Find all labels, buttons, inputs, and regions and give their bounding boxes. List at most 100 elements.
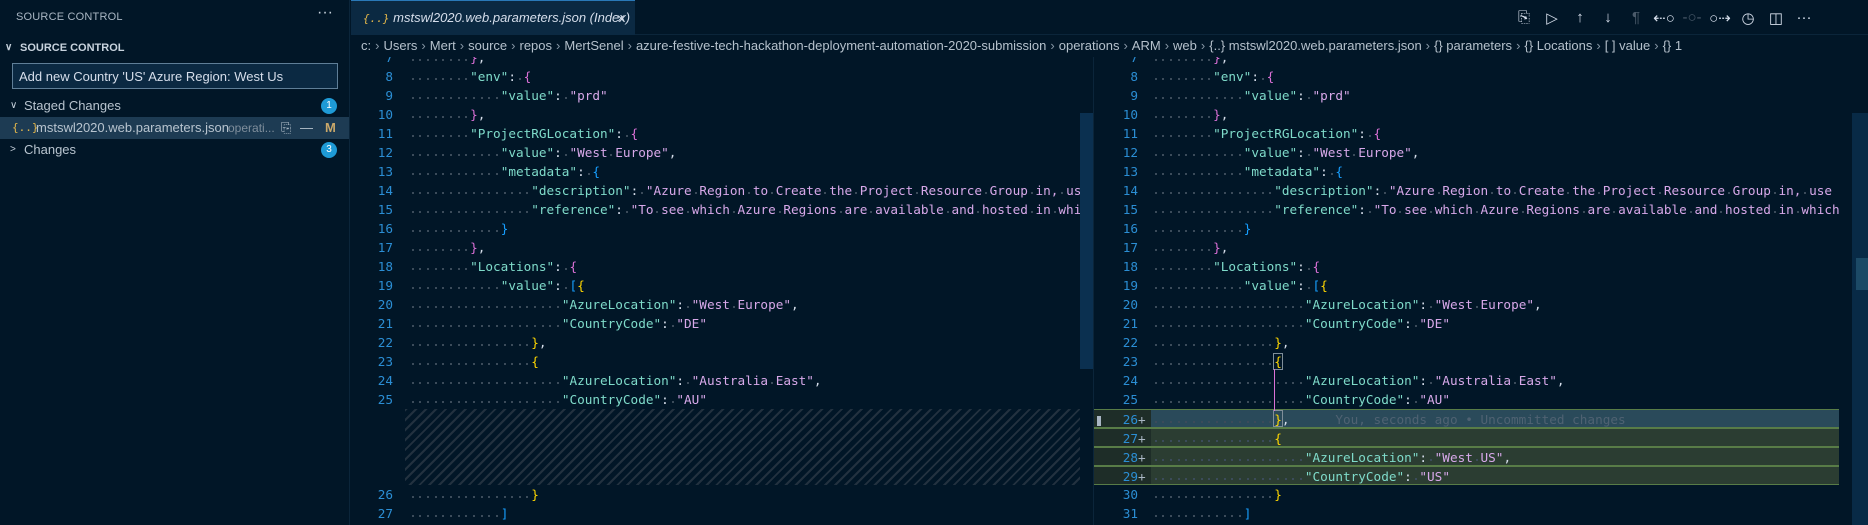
code-line[interactable]: 17 },: [351, 238, 1093, 257]
code-line[interactable]: 31 ]: [1094, 504, 1839, 523]
run-icon[interactable]: ▷: [1538, 9, 1566, 27]
code-line[interactable]: 8 "env": {: [351, 67, 1093, 86]
revert-right-icon[interactable]: ○⇢: [1706, 9, 1734, 27]
code-line[interactable]: 16 }: [1094, 219, 1839, 238]
commit-message-input[interactable]: [12, 63, 338, 89]
code-line[interactable]: 18 "Locations": {: [1094, 257, 1839, 276]
code-line[interactable]: 10 },: [351, 105, 1093, 124]
code-line[interactable]: 14 "description": "Azure Region to Creat…: [1094, 181, 1839, 200]
arrow-down-icon[interactable]: ↓: [1594, 9, 1622, 26]
section-label: SOURCE CONTROL: [20, 42, 125, 54]
split-editor-icon[interactable]: ◫: [1762, 9, 1790, 27]
code-line[interactable]: 16 }: [351, 219, 1093, 238]
open-file-icon[interactable]: ⎘: [281, 117, 291, 139]
breadcrumb-item[interactable]: c:: [361, 38, 371, 53]
breadcrumb-item[interactable]: ARM: [1132, 38, 1161, 53]
code-line[interactable]: 19 "value": [{: [351, 276, 1093, 295]
punctuation: ,: [477, 240, 486, 255]
line-number: 27: [377, 506, 393, 521]
code-line[interactable]: 11 "ProjectRGLocation": {: [1094, 124, 1839, 143]
code-line[interactable]: 12 "value": "West Europe",: [1094, 143, 1839, 162]
code-text: "value": [{: [409, 276, 1093, 295]
breadcrumb-item[interactable]: operations: [1059, 38, 1120, 53]
code-line[interactable]: 23 {: [351, 352, 1093, 371]
pilcrow-icon[interactable]: ¶: [1622, 9, 1650, 26]
history-icon[interactable]: ◷: [1734, 9, 1762, 27]
code-line[interactable]: 27 ]: [351, 504, 1093, 523]
overview-ruler[interactable]: [1852, 113, 1868, 525]
breadcrumb-item[interactable]: repos: [519, 38, 552, 53]
close-icon[interactable]: ×: [617, 1, 625, 35]
left-scrollbar-slider[interactable]: [1080, 113, 1093, 369]
breadcrumb-item[interactable]: {} 1: [1663, 38, 1683, 53]
code-line[interactable]: 7 },: [1094, 57, 1839, 67]
breadcrumb-item[interactable]: {} parameters: [1434, 38, 1512, 53]
code-line[interactable]: 28 + "AzureLocation": "West US",: [1094, 447, 1839, 466]
code-line[interactable]: 24 "AzureLocation": "Australia East",: [351, 371, 1093, 390]
more-icon[interactable]: ···: [1790, 9, 1818, 26]
code-line[interactable]: 21 "CountryCode": "DE": [351, 314, 1093, 333]
diff-modified-pane[interactable]: 7 }, 8 "env": {9 "value": "prd" 10 }, 11 "P…: [1093, 57, 1839, 525]
code-line[interactable]: 24 "AzureLocation": "Australia East",: [1094, 371, 1839, 390]
diff-original-pane[interactable]: 7 }, 8 "env": {9 "value": "prd" 10 }, 11 "P…: [351, 57, 1093, 525]
breadcrumb-item[interactable]: Mert: [430, 38, 456, 53]
code-line[interactable]: 19 "value": [{: [1094, 276, 1839, 295]
arrow-up-icon[interactable]: ↑: [1566, 9, 1594, 26]
changes-group[interactable]: > Changes 3: [0, 139, 349, 161]
breadcrumb-item[interactable]: source: [468, 38, 507, 53]
code-line[interactable]: 7 },: [351, 57, 1093, 67]
whitespace: [493, 354, 501, 369]
code-line[interactable]: 15 "reference": "To see which Azure Regi…: [1094, 200, 1839, 219]
breadcrumb-item[interactable]: [ ] value: [1605, 38, 1651, 53]
code-line[interactable]: 13 "metadata": {: [1094, 162, 1839, 181]
code-line[interactable]: 22 },: [351, 333, 1093, 352]
whitespace: [1205, 297, 1213, 312]
code-line[interactable]: 27 + {: [1094, 428, 1839, 447]
staged-changes-group[interactable]: ∨ Staged Changes 1: [0, 95, 349, 117]
code-line[interactable]: 13 "metadata": {: [351, 162, 1093, 181]
code-line[interactable]: 25 "CountryCode": "AU": [351, 390, 1093, 409]
whitespace: [470, 316, 478, 331]
revert-left-icon[interactable]: ⇠○: [1650, 9, 1678, 27]
breadcrumb-item[interactable]: {} Locations: [1524, 38, 1592, 53]
punctuation: :: [1297, 88, 1305, 103]
more-actions-icon[interactable]: ···: [317, 4, 333, 22]
unstage-icon[interactable]: —: [300, 117, 313, 139]
code-line[interactable]: 9 "value": "prd": [351, 86, 1093, 105]
code-line[interactable]: 10 },: [1094, 105, 1839, 124]
code-line[interactable]: 23 {: [1094, 352, 1839, 371]
code-line[interactable]: 26 + }, You, seconds ago • Uncommitted ch…: [1094, 409, 1839, 428]
whitespace: [1175, 487, 1183, 502]
breadcrumb-item[interactable]: Users: [383, 38, 417, 53]
code-line[interactable]: 17 },: [1094, 238, 1839, 257]
code-line[interactable]: 15 "reference": "To see which Azure Regi…: [351, 200, 1093, 219]
code-line[interactable]: 18 "Locations": {: [351, 257, 1093, 276]
source-control-section-header[interactable]: ∨ SOURCE CONTROL: [0, 37, 349, 59]
punctuation: :: [577, 164, 585, 179]
scrollbar-slider[interactable]: [1856, 258, 1868, 290]
breadcrumb-item[interactable]: MertSenel: [564, 38, 623, 53]
breadcrumb-item[interactable]: azure-festive-tech-hackathon-deployment-…: [636, 38, 1046, 53]
code-line[interactable]: 26 }: [351, 485, 1093, 504]
code-line[interactable]: 8 "env": {: [1094, 67, 1839, 86]
code-line[interactable]: 22 },: [1094, 333, 1839, 352]
punctuation: ,: [1220, 107, 1229, 122]
code-line[interactable]: 25 "CountryCode": "AU": [1094, 390, 1839, 409]
json-string: "West Europe": [691, 297, 791, 312]
code-line[interactable]: 20 "AzureLocation": "West Europe",: [1094, 295, 1839, 314]
punctuation: :: [1297, 145, 1305, 160]
code-line[interactable]: 9 "value": "prd": [1094, 86, 1839, 105]
commit-node-icon[interactable]: -○-: [1678, 9, 1706, 26]
open-file-icon[interactable]: ⎘: [1510, 9, 1538, 26]
code-line[interactable]: 20 "AzureLocation": "West Europe",: [351, 295, 1093, 314]
code-line[interactable]: 11 "ProjectRGLocation": {: [351, 124, 1093, 143]
tab-diff-editor[interactable]: {..} mstswl2020.web.parameters.json (Ind…: [351, 0, 635, 35]
code-line[interactable]: 14 "description": "Azure Region to Creat…: [351, 181, 1093, 200]
breadcrumb-item[interactable]: web: [1173, 38, 1197, 53]
code-line[interactable]: 12 "value": "West Europe",: [351, 143, 1093, 162]
breadcrumb-item[interactable]: {..} mstswl2020.web.parameters.json: [1209, 38, 1421, 53]
code-line[interactable]: 30 }: [1094, 485, 1839, 504]
code-line[interactable]: 29 + "CountryCode": "US": [1094, 466, 1839, 485]
staged-file-item[interactable]: {..} mstswl2020.web.parameters.json oper…: [0, 117, 349, 139]
code-line[interactable]: 21 "CountryCode": "DE": [1094, 314, 1839, 333]
